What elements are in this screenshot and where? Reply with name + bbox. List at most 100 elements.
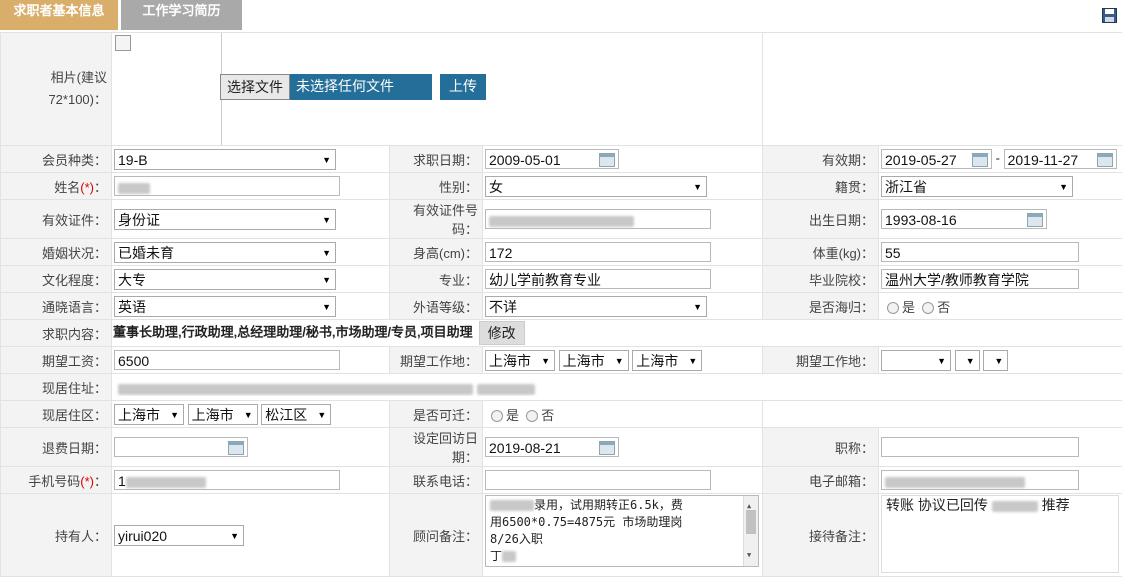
calendar-icon	[228, 441, 244, 455]
mobile-input[interactable]: 1	[114, 470, 340, 490]
overseas-no-radio[interactable]	[922, 302, 934, 314]
email-label: 电子邮箱：	[763, 467, 879, 494]
calendar-icon	[599, 153, 615, 167]
chevron-down-icon: ▼	[244, 405, 253, 425]
calendar-icon	[599, 441, 615, 455]
expected-district-select[interactable]: 上海市▼	[632, 350, 702, 371]
residence-area-label: 现居住区：	[1, 401, 112, 428]
tab-bar: 求职者基本信息 工作学习简历	[0, 0, 1122, 33]
id-type-select[interactable]: 身份证▼	[114, 209, 336, 230]
birth-date-label: 出生日期：	[763, 200, 879, 239]
major-input[interactable]: 幼儿学前教育专业	[485, 269, 711, 289]
title-label: 职称：	[763, 428, 879, 467]
overseas-label: 是否海归：	[763, 293, 879, 320]
expected-city-select[interactable]: 上海市▼	[559, 350, 629, 371]
advisor-note-textarea[interactable]: 录用，试用期转正6.5k，费 用6500*0.75=4875元 市场助理岗 8/…	[485, 495, 759, 567]
education-select[interactable]: 大专▼	[114, 269, 336, 290]
tab-basic-info[interactable]: 求职者基本信息	[0, 0, 118, 30]
scrollbar[interactable]: ▲▼	[743, 496, 758, 566]
validity-start-input[interactable]: 2019-05-27	[881, 149, 992, 169]
calendar-icon	[1097, 153, 1113, 167]
height-label: 身高(cm)：	[390, 239, 483, 266]
relocate-yes-radio[interactable]	[491, 410, 503, 422]
photo-row: 相片(建议72*100)： 选择文件未选择任何文件上传	[1, 33, 1122, 146]
native-place-label: 籍贯：	[763, 173, 879, 200]
upload-button[interactable]: 上传	[440, 74, 486, 100]
edit-job-content-button[interactable]: 修改	[479, 321, 525, 345]
gender-label: 性别：	[390, 173, 483, 200]
relocate-no-radio[interactable]	[526, 410, 538, 422]
title-input[interactable]	[881, 437, 1079, 457]
member-type-select[interactable]: 19-B▼	[114, 149, 336, 170]
refund-date-input[interactable]	[114, 437, 248, 457]
birth-date-input[interactable]: 1993-08-16	[881, 209, 1047, 229]
validity-end-input[interactable]: 2019-11-27	[1004, 149, 1117, 169]
refund-date-label: 退费日期：	[1, 428, 112, 467]
weight-label: 体重(kg)：	[763, 239, 879, 266]
height-input[interactable]: 172	[485, 242, 711, 262]
save-icon[interactable]	[1102, 8, 1117, 23]
expected2-province-select[interactable]: ▼	[881, 350, 951, 371]
photo-frame	[113, 33, 222, 145]
chevron-down-icon: ▼	[966, 351, 975, 371]
marital-label: 婚姻状况：	[1, 239, 112, 266]
foreign-level-select[interactable]: 不详▼	[485, 296, 707, 317]
major-label: 专业：	[390, 266, 483, 293]
foreign-level-label: 外语等级：	[390, 293, 483, 320]
chevron-down-icon: ▼	[1059, 177, 1068, 197]
reception-note-label: 接待备注：	[763, 494, 879, 577]
expected-salary-input[interactable]: 6500	[114, 350, 340, 370]
native-place-select[interactable]: 浙江省▼	[881, 176, 1073, 197]
chevron-down-icon: ▼	[170, 405, 179, 425]
advisor-note-label: 顾问备注：	[390, 494, 483, 577]
education-label: 文化程度：	[1, 266, 112, 293]
chevron-down-icon: ▼	[317, 405, 326, 425]
scroll-down-icon: ▼	[747, 547, 751, 564]
residence-province-select[interactable]: 上海市▼	[114, 404, 184, 425]
validity-label: 有效期：	[763, 146, 879, 173]
gender-select[interactable]: 女▼	[485, 176, 707, 197]
chevron-down-icon: ▼	[322, 270, 331, 290]
job-date-input[interactable]: 2009-05-01	[485, 149, 619, 169]
job-date-label: 求职日期：	[390, 146, 483, 173]
date-separator: -	[996, 150, 1000, 165]
school-input[interactable]: 温州大学/教师教育学院	[881, 269, 1079, 289]
overseas-yes-label: 是	[902, 300, 915, 315]
overseas-no-label: 否	[937, 300, 950, 315]
name-input[interactable]	[114, 176, 340, 196]
address-input[interactable]	[114, 377, 604, 397]
job-content-text: 董事长助理,行政助理,总经理助理/秘书,市场助理/专员,项目助理	[113, 324, 473, 339]
address-label: 现居住址：	[1, 374, 112, 401]
weight-input[interactable]: 55	[881, 242, 1079, 262]
language-select[interactable]: 英语▼	[114, 296, 336, 317]
tab-work-study-resume[interactable]: 工作学习简历	[121, 0, 242, 30]
phone-input[interactable]	[485, 470, 711, 490]
callback-date-input[interactable]: 2019-08-21	[485, 437, 619, 457]
phone-label: 联系电话：	[390, 467, 483, 494]
marital-select[interactable]: 已婚未育▼	[114, 242, 336, 263]
file-status-text: 未选择任何文件	[290, 74, 432, 100]
overseas-yes-radio[interactable]	[887, 302, 899, 314]
email-input[interactable]	[881, 470, 1079, 490]
id-number-label: 有效证件号码：	[390, 200, 483, 239]
expected2-city-select[interactable]: ▼	[955, 350, 980, 371]
chevron-down-icon: ▼	[615, 351, 624, 371]
school-label: 毕业院校：	[763, 266, 879, 293]
choose-file-button[interactable]: 选择文件	[220, 74, 290, 100]
holder-select[interactable]: yirui020▼	[114, 525, 244, 546]
expected2-district-select[interactable]: ▼	[983, 350, 1008, 371]
chevron-down-icon: ▼	[322, 210, 331, 230]
chevron-down-icon: ▼	[322, 243, 331, 263]
expected-salary-label: 期望工资：	[1, 347, 112, 374]
residence-district-select[interactable]: 松江区▼	[261, 404, 331, 425]
chevron-down-icon: ▼	[937, 351, 946, 371]
reception-note-textarea[interactable]: 转账 协议已回传 推荐	[881, 495, 1119, 573]
calendar-icon	[972, 153, 988, 167]
chevron-down-icon: ▼	[688, 351, 697, 371]
residence-city-select[interactable]: 上海市▼	[188, 404, 258, 425]
expected-province-select[interactable]: 上海市▼	[485, 350, 555, 371]
id-number-input[interactable]	[485, 209, 711, 229]
expected-location-label: 期望工作地：	[390, 347, 483, 374]
calendar-icon	[1027, 213, 1043, 227]
chevron-down-icon: ▼	[693, 297, 702, 317]
